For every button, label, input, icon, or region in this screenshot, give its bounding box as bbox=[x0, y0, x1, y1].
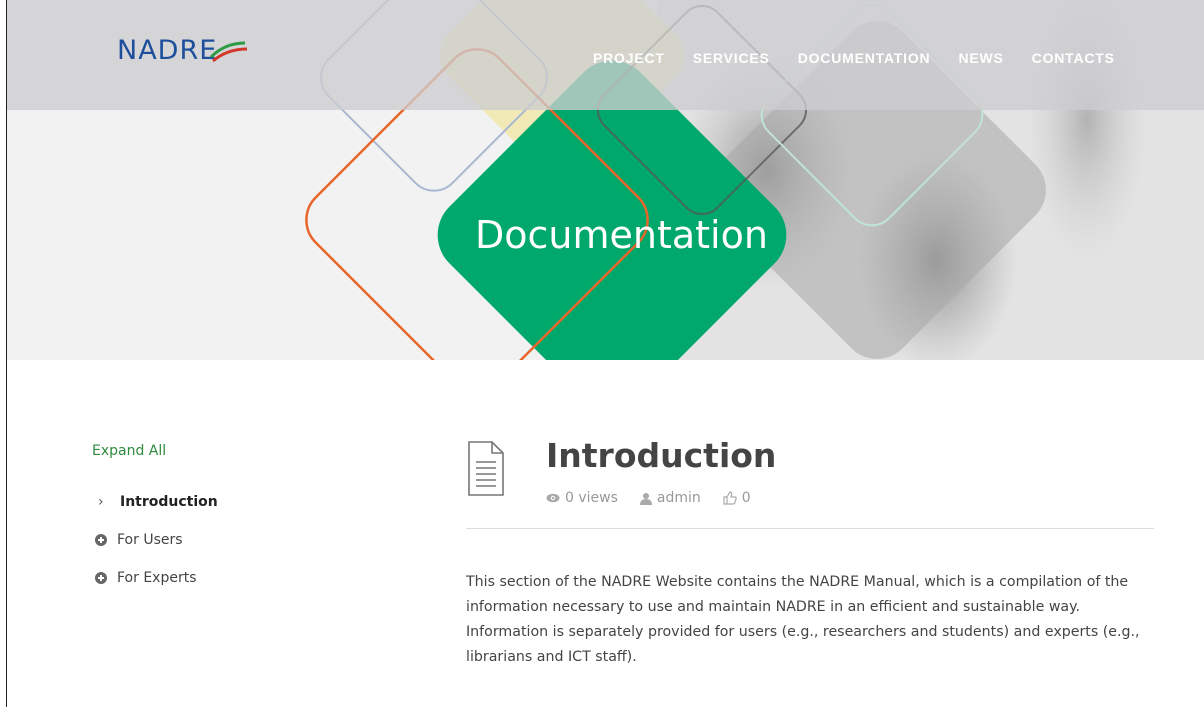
like-count: 0 bbox=[741, 490, 751, 506]
chevron-right-icon: › bbox=[98, 494, 104, 510]
logo-text: NADRE bbox=[117, 35, 218, 66]
author-name: admin bbox=[656, 490, 701, 506]
sidebar-item-introduction[interactable]: › Introduction bbox=[92, 483, 392, 521]
views-count: 0 views bbox=[565, 490, 618, 506]
nav-services[interactable]: SERVICES bbox=[693, 50, 770, 66]
eye-icon bbox=[546, 493, 560, 503]
sidebar-item-label: For Experts bbox=[117, 570, 197, 586]
sidebar-item-label: For Users bbox=[117, 532, 183, 548]
main-nav: PROJECT SERVICES DOCUMENTATION NEWS CONT… bbox=[593, 50, 1115, 66]
plus-circle-icon bbox=[95, 534, 107, 546]
nav-contacts[interactable]: CONTACTS bbox=[1032, 50, 1115, 66]
expand-all-link[interactable]: Expand All bbox=[92, 443, 166, 459]
nav-project[interactable]: PROJECT bbox=[593, 50, 665, 66]
document-icon bbox=[468, 441, 504, 496]
article-title: Introduction bbox=[546, 436, 777, 475]
article-body: This section of the NADRE Website contai… bbox=[466, 574, 1140, 665]
article-meta: 0 views admin 0 bbox=[546, 490, 751, 506]
page-frame: NADRE PROJECT SERVICES DOCUMENTATION NEW… bbox=[6, 0, 1204, 707]
logo-swoosh-icon bbox=[209, 41, 248, 63]
sidebar-item-label: Introduction bbox=[120, 494, 218, 510]
like-button[interactable]: 0 bbox=[723, 490, 751, 506]
divider bbox=[466, 528, 1154, 529]
hero-title: Documentation bbox=[475, 213, 768, 257]
plus-circle-icon bbox=[95, 572, 107, 584]
nav-news[interactable]: NEWS bbox=[958, 50, 1003, 66]
views-meta: 0 views bbox=[546, 490, 618, 506]
hero-banner: NADRE PROJECT SERVICES DOCUMENTATION NEW… bbox=[7, 0, 1204, 360]
thumbs-up-icon bbox=[723, 491, 737, 505]
nav-documentation[interactable]: DOCUMENTATION bbox=[798, 50, 931, 66]
docs-sidebar: Expand All › Introduction For Users For … bbox=[92, 440, 392, 597]
site-logo[interactable]: NADRE bbox=[117, 35, 248, 75]
author-meta[interactable]: admin bbox=[639, 490, 701, 506]
sidebar-item-for-users[interactable]: For Users bbox=[92, 521, 392, 559]
user-icon bbox=[639, 492, 652, 505]
sidebar-item-for-experts[interactable]: For Experts bbox=[92, 559, 392, 597]
